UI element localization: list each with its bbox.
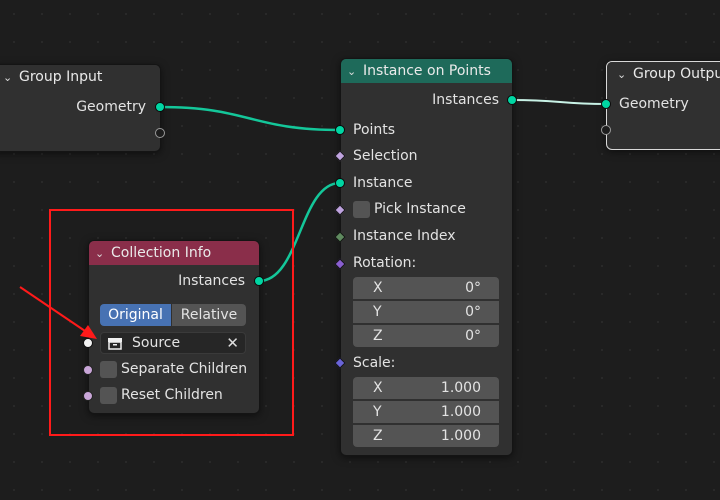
relative-toggle[interactable]: Relative	[172, 304, 246, 326]
geometry-output-label: Geometry	[76, 99, 146, 115]
instance-index-label: Instance Index	[353, 228, 456, 244]
group-input-node[interactable]: ⌄ Group Input Geometry	[0, 64, 161, 152]
separate-children-checkbox[interactable]	[100, 361, 117, 378]
chevron-down-icon[interactable]: ⌄	[617, 68, 633, 81]
group-output-node[interactable]: ⌄ Group Output Geometry	[606, 61, 720, 150]
rotation-y-axis: Y	[373, 304, 382, 320]
group-output-title: Group Output	[633, 66, 720, 82]
instance-socket[interactable]	[335, 178, 345, 188]
group-output-geometry-socket[interactable]	[601, 99, 611, 109]
group-input-title: Group Input	[19, 69, 103, 85]
scale-z-axis: Z	[373, 428, 383, 444]
scale-x-value: 1.000	[440, 380, 481, 396]
scale-z-field[interactable]: Z 1.000	[353, 425, 499, 447]
rotation-x-field[interactable]: X 0°	[353, 277, 499, 299]
instance-on-points-title: Instance on Points	[363, 63, 491, 79]
scale-y-field[interactable]: Y 1.000	[353, 401, 499, 423]
close-icon[interactable]: ✕	[226, 334, 239, 352]
rotation-x-value: 0°	[465, 280, 481, 296]
chevron-down-icon[interactable]: ⌄	[347, 65, 363, 78]
collection-info-title: Collection Info	[111, 245, 212, 261]
separate-children-socket[interactable]	[83, 365, 93, 375]
original-toggle[interactable]: Original	[100, 304, 171, 326]
scale-label: Scale:	[353, 355, 396, 371]
group-output-geometry-label: Geometry	[619, 96, 689, 112]
separate-children-label: Separate Children	[121, 361, 248, 377]
scale-y-value: 1.000	[440, 404, 481, 420]
instances-output-socket[interactable]	[507, 95, 517, 105]
link-instances-to-instance	[258, 181, 341, 283]
rotation-z-value: 0°	[465, 328, 481, 344]
chevron-down-icon[interactable]: ⌄	[3, 71, 19, 84]
instance-label: Instance	[353, 175, 413, 191]
collection-info-header[interactable]: ⌄ Collection Info	[89, 241, 259, 265]
group-input-geometry-socket[interactable]	[155, 102, 165, 112]
reset-children-socket[interactable]	[83, 391, 93, 401]
points-socket[interactable]	[335, 125, 345, 135]
rotation-z-axis: Z	[373, 328, 383, 344]
rotation-y-field[interactable]: Y 0°	[353, 301, 499, 323]
collection-source-placeholder: Source	[132, 335, 181, 351]
rotation-x-axis: X	[373, 280, 383, 296]
scale-x-field[interactable]: X 1.000	[353, 377, 499, 399]
scale-x-axis: X	[373, 380, 383, 396]
group-input-empty-socket[interactable]	[155, 128, 165, 138]
pick-instance-checkbox[interactable]	[353, 201, 370, 218]
instance-on-points-header[interactable]: ⌄ Instance on Points	[341, 59, 512, 83]
rotation-y-value: 0°	[465, 304, 481, 320]
collection-instances-socket[interactable]	[254, 276, 264, 286]
group-input-header[interactable]: ⌄ Group Input	[0, 65, 160, 89]
rotation-label: Rotation:	[353, 255, 417, 271]
reset-children-label: Reset Children	[121, 387, 223, 403]
group-output-header[interactable]: ⌄ Group Output	[607, 62, 720, 86]
scale-z-value: 1.000	[440, 428, 481, 444]
instances-output-label: Instances	[432, 92, 499, 108]
points-label: Points	[353, 122, 396, 138]
collection-socket[interactable]	[83, 338, 93, 348]
pick-instance-label: Pick Instance	[374, 201, 466, 217]
scale-y-axis: Y	[373, 404, 382, 420]
collection-box-icon	[108, 338, 122, 350]
selection-label: Selection	[353, 148, 418, 164]
chevron-down-icon[interactable]: ⌄	[95, 247, 111, 260]
group-output-empty-socket[interactable]	[601, 125, 611, 135]
collection-instances-label: Instances	[178, 273, 245, 289]
link-geometry-to-points	[159, 105, 341, 132]
reset-children-checkbox[interactable]	[100, 387, 117, 404]
rotation-z-field[interactable]: Z 0°	[353, 325, 499, 347]
link-instances-to-output	[511, 99, 607, 105]
collection-source-field[interactable]: Source ✕	[100, 332, 246, 354]
